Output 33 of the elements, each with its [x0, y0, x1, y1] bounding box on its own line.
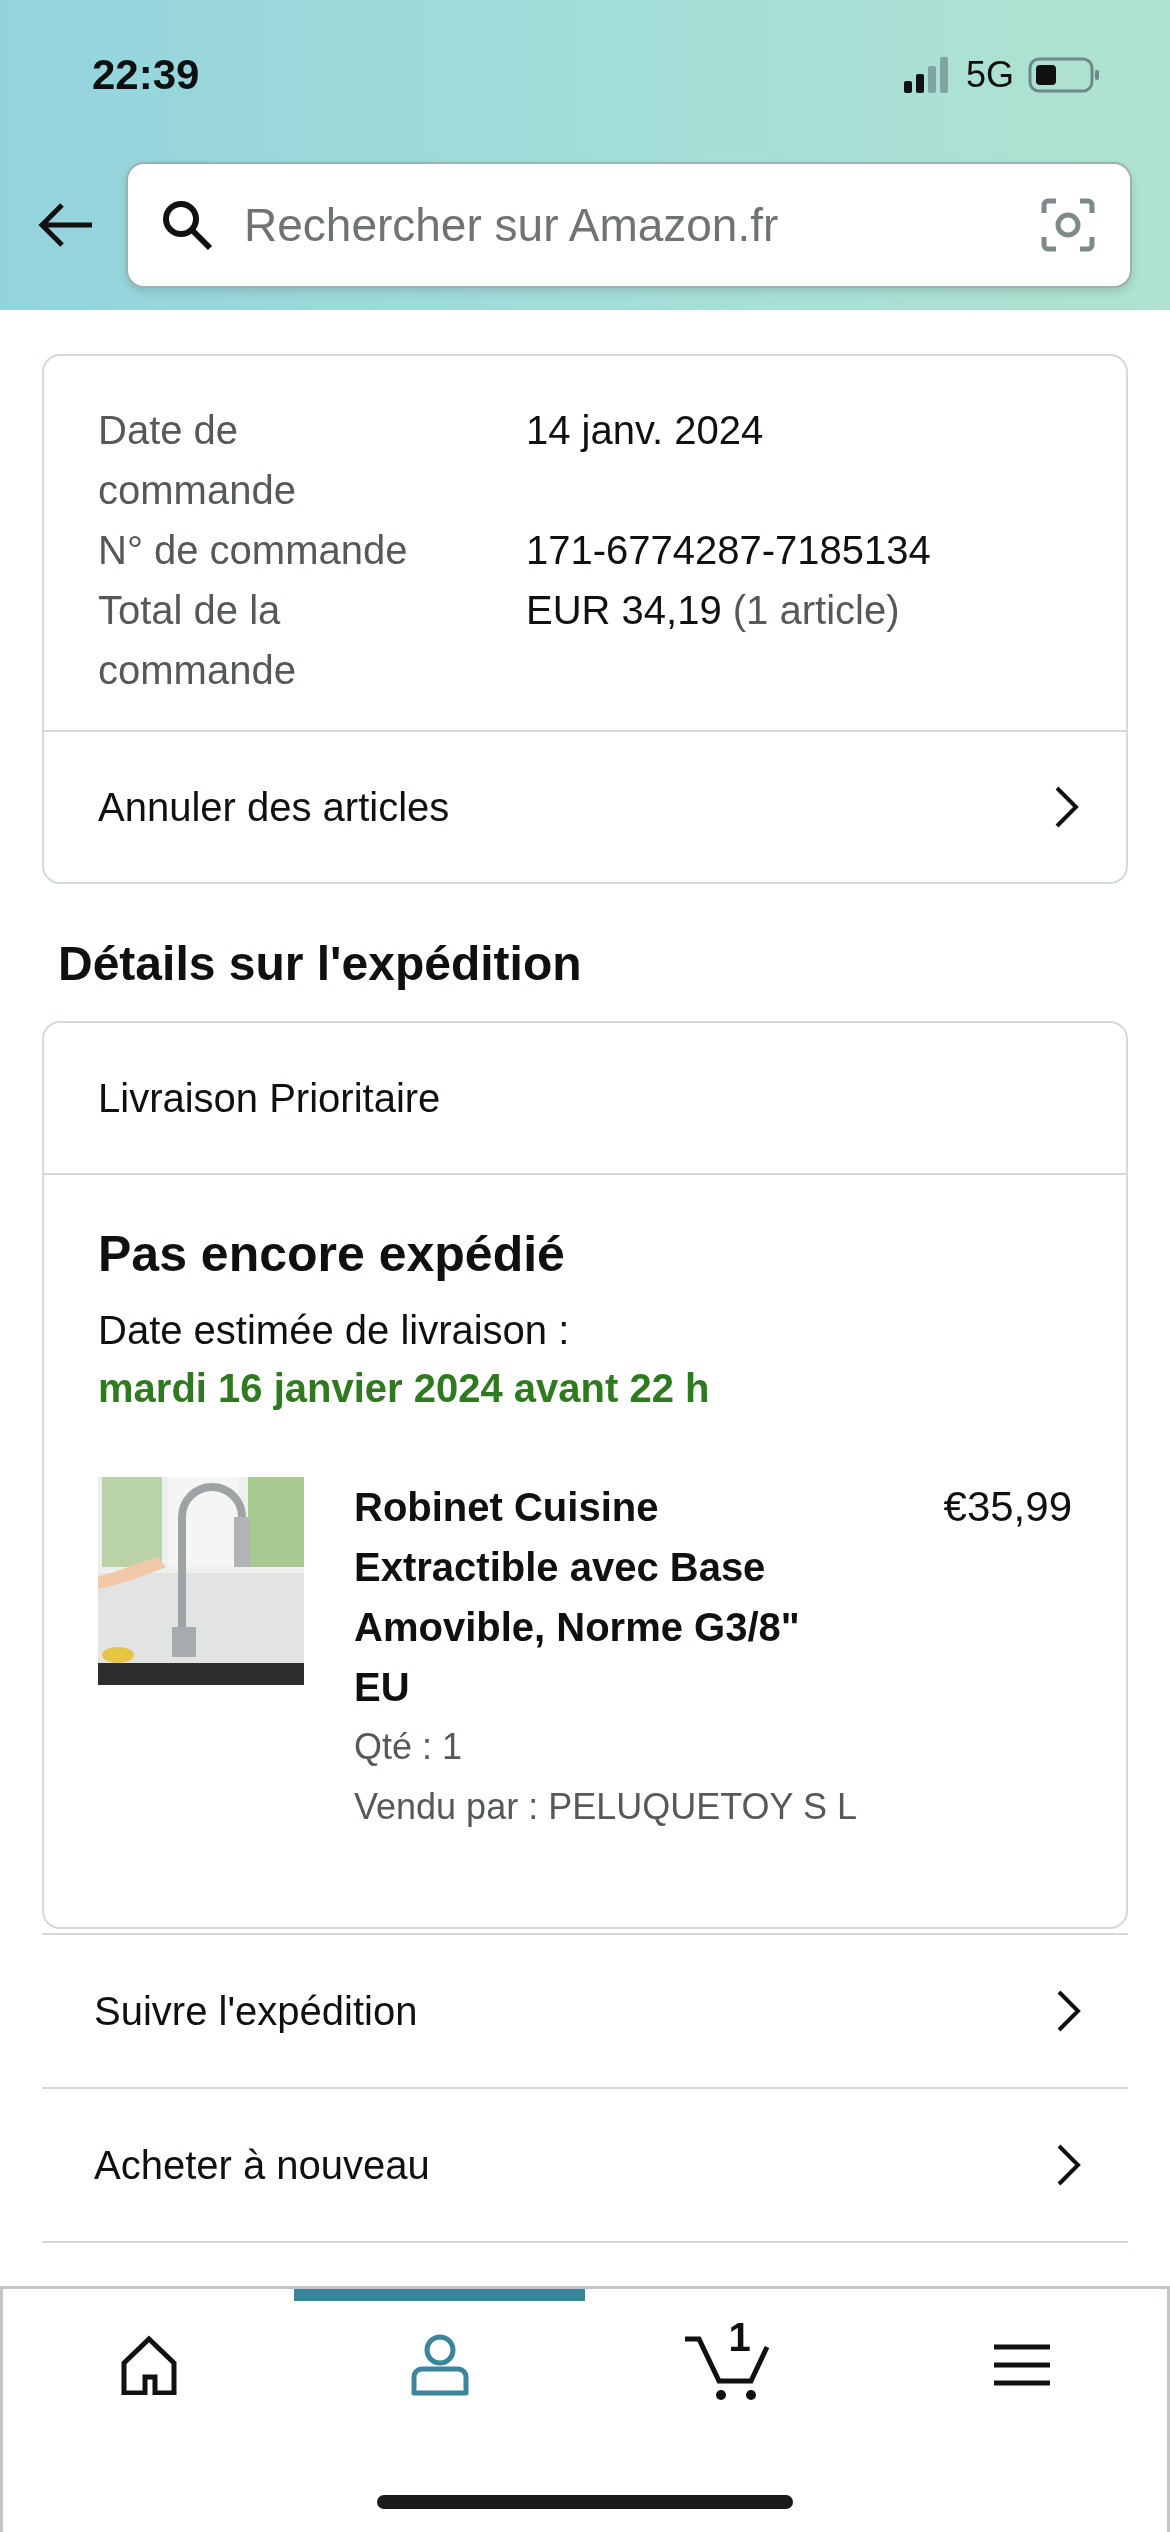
search-field[interactable]: Rechercher sur Amazon.fr [242, 197, 1012, 253]
chevron-right-icon [1054, 785, 1080, 829]
field-value: EUR 34,19 [526, 588, 722, 632]
cancel-items-row[interactable]: Annuler des articles [44, 730, 1126, 882]
chevron-right-icon [1056, 2143, 1082, 2187]
delivery-label: Date estimée de livraison : [98, 1307, 571, 1354]
delivery-date: mardi 16 janvier 2024 avant 22 h [98, 1365, 711, 1412]
field-label: N° de commande [98, 527, 409, 574]
network-label: 5G [965, 54, 1014, 96]
field-label: Total de la commande [98, 587, 297, 694]
cart-tab[interactable]: 1 [585, 2289, 876, 2429]
battery-icon [1028, 57, 1100, 93]
shipping-method: Livraison Prioritaire [44, 1023, 1126, 1175]
person-icon [409, 2333, 470, 2397]
field-label: Date de commande [98, 407, 297, 514]
cart-count: 1 [728, 2315, 751, 2360]
field-value: 14 janv. 2024 [526, 408, 764, 452]
menu-icon [993, 2343, 1050, 2387]
status-time: 22:39 [92, 51, 200, 99]
quantity-text: Qté : 1 [354, 1725, 464, 1769]
action-row[interactable]: Acheter à nouveau [42, 2087, 1128, 2243]
shipment-status: Pas encore expédié [98, 1225, 566, 1283]
product-title[interactable]: Robinet Cuisine Extractible avec Base Amovible, Norme G3/8" EU [354, 1477, 804, 1717]
search-bar[interactable]: Rechercher sur Amazon.fr [126, 162, 1132, 288]
chevron-right-icon [1056, 1989, 1082, 2033]
field-value: 171-6774287-7185134 [526, 528, 931, 572]
action-row[interactable]: Suivre l'expédition [42, 1933, 1128, 2087]
section-heading: Détails sur l'expédition [58, 936, 583, 991]
field-note: (1 article) [732, 588, 900, 632]
product-price: €35,99 [943, 1482, 1072, 1532]
search-icon [160, 198, 214, 252]
seller-text: Vendu par : PELUQUETOY S L [354, 1785, 858, 1829]
camera-scan-icon[interactable] [1040, 197, 1096, 253]
